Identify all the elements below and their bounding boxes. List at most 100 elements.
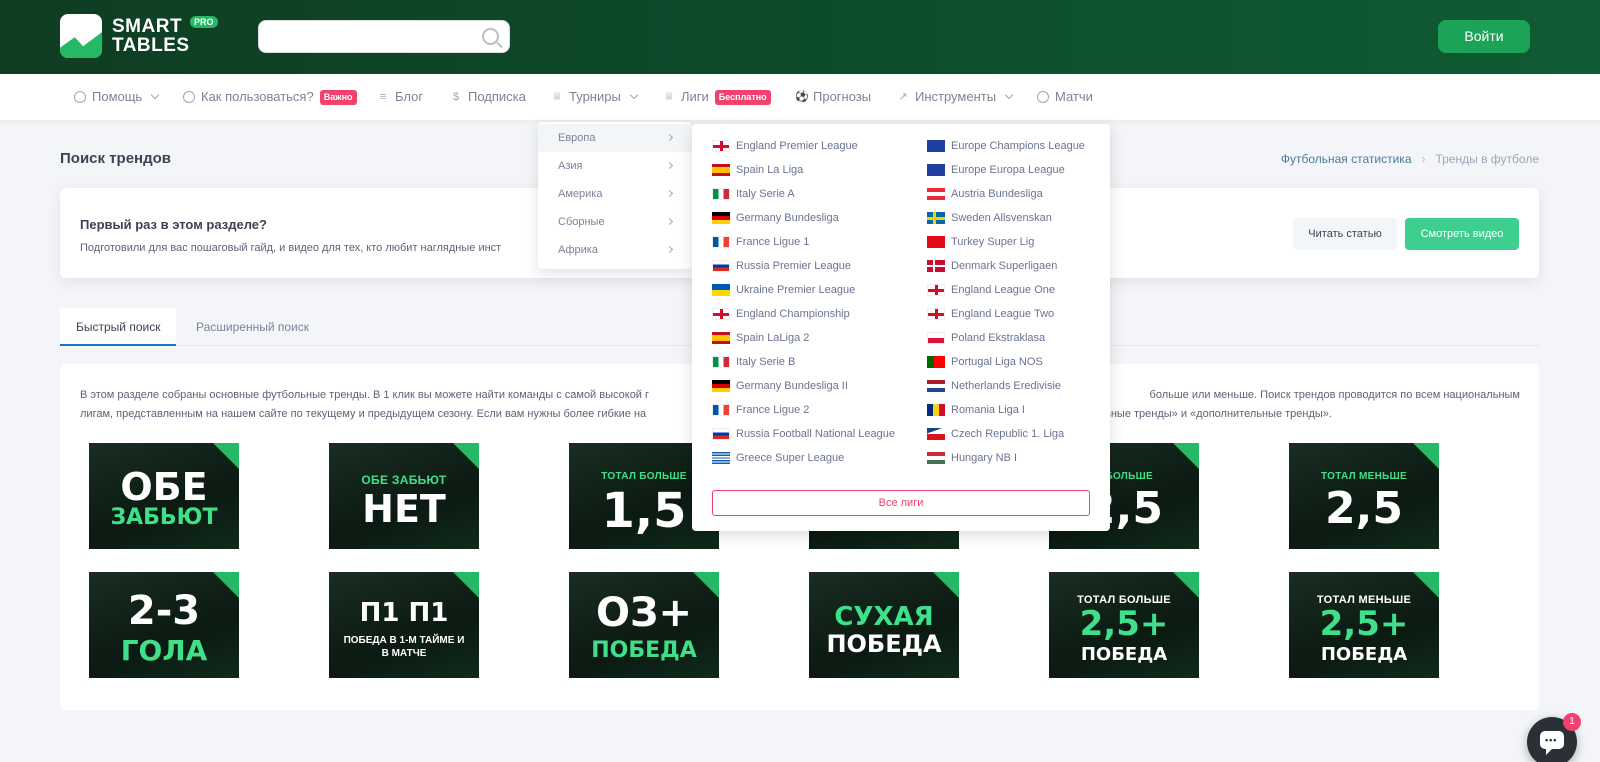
flag-ukraine-icon [712,284,730,296]
nav-label: Прогнозы [813,89,872,104]
nav-tournaments[interactable]: ♕ Турниры [551,74,639,120]
league-item[interactable]: Netherlands Eredivisie [927,378,1061,394]
trend-tile-2-3-goals[interactable]: 2-3 ГОЛА [89,572,239,678]
league-item[interactable]: Czech Republic 1. Liga [927,426,1064,442]
chat-button[interactable]: ••• 1 [1527,713,1581,762]
league-item[interactable]: England Premier League [712,138,858,154]
nav-label: Лиги [681,89,709,104]
league-item[interactable]: Italy Serie A [712,186,795,202]
nav-tools[interactable]: ↗ Инструменты [897,74,1014,120]
flag-czech-icon [927,428,945,440]
chevron-right-icon [665,217,674,226]
flag-eu-icon [927,164,945,176]
league-item[interactable]: England League Two [927,306,1054,322]
tab-quick-search[interactable]: Быстрый поиск [60,308,177,346]
league-item[interactable]: Austria Bundesliga [927,186,1043,202]
watch-video-button[interactable]: Смотреть видео [1405,218,1519,250]
league-item[interactable]: Greece Super League [712,450,844,466]
league-item[interactable]: Russia Premier League [712,258,851,274]
description-line: лигам, представленным на нашем сайте по … [80,408,647,420]
league-name: Romania Liga I [951,404,1025,416]
flag-france-icon [712,236,730,248]
lines-icon: ≡ [379,91,387,103]
nav-subscription[interactable]: $ Подписка [450,74,526,120]
league-name: Italy Serie B [736,356,796,368]
logo[interactable]: SMART TABLES PRO [60,14,218,58]
league-item[interactable]: France Ligue 2 [712,402,809,418]
read-article-button[interactable]: Читать статью [1293,218,1397,250]
region-item-national-teams[interactable]: Сборные [538,208,692,236]
league-item[interactable]: Italy Serie B [712,354,795,370]
dollar-icon: $ [452,91,460,103]
nav-leagues[interactable]: ♕ Лиги Бесплатно [663,74,771,120]
search-input[interactable] [259,21,469,52]
breadcrumb-link[interactable]: Футбольная статистика [1281,152,1412,166]
trend-tile-oz-win[interactable]: ОЗ+ ПОБЕДА [569,572,719,678]
breadcrumb-chevron-icon: › [1421,152,1426,166]
tile-title: ОБЕ [120,465,208,509]
league-item[interactable]: Romania Liga I [927,402,1025,418]
region-item-asia[interactable]: Азия [538,152,692,180]
league-item[interactable]: England Championship [712,306,850,322]
description-line: больше или меньше. Поиск трендов проводи… [1149,389,1520,401]
trend-tile-p1-p1[interactable]: П1 П1 ПОБЕДА В 1-М ТАЙМЕ И В МАТЧЕ [329,572,479,678]
tile-title: 2-3 [127,588,201,634]
tile-label: ОБЕ ЗАБЬЮТ [361,473,447,487]
tile-title: П1 П1 [359,598,449,628]
trend-tile-btts[interactable]: ОБЕ ЗАБЬЮТ [89,443,239,549]
flag-spain-icon [712,164,730,176]
all-leagues-button[interactable]: Все лиги [712,490,1090,516]
tab-advanced-search[interactable]: Расширенный поиск [180,308,325,346]
league-item[interactable]: Germany Bundesliga [712,210,839,226]
region-item-america[interactable]: Америка [538,180,692,208]
league-item[interactable]: Portugal Liga NOS [927,354,1043,370]
league-name: Italy Serie A [736,188,795,200]
league-name: England League One [951,284,1055,296]
nav-how-to-use[interactable]: Как пользоваться? Важно [183,74,357,120]
help-circle-icon [183,91,195,103]
region-item-africa[interactable]: Африка [538,236,692,264]
search-icon[interactable] [482,28,499,45]
tile-subtitle: ПОБЕДА [591,638,697,663]
trend-tile-clean-win[interactable]: СУХАЯ ПОБЕДА [809,572,959,678]
league-item[interactable]: Europe Champions League [927,138,1085,154]
nav-help[interactable]: Помощь [74,74,160,120]
league-item[interactable]: Germany Bundesliga II [712,378,848,394]
flag-italy-icon [712,188,730,200]
leagues-dropdown: Все лиги England Premier League Spain La … [692,124,1110,531]
trend-tile-btts-no[interactable]: ОБЕ ЗАБЬЮТ НЕТ [329,443,479,549]
league-item[interactable]: Turkey Super Lig [927,234,1034,250]
league-name: Hungary NB I [951,452,1018,464]
trend-tile-under-2-5[interactable]: ТОТАЛ МЕНЬШЕ 2,5 [1289,443,1439,549]
league-name: Turkey Super Lig [951,236,1035,248]
flag-austria-icon [927,188,945,200]
region-item-europe[interactable]: Европа [538,124,692,152]
tile-title: СУХАЯ [834,602,934,632]
flag-portugal-icon [927,356,945,368]
search-box[interactable] [258,20,510,53]
league-item[interactable]: Russia Football National League [712,426,895,442]
region-label: Америка [558,188,603,200]
league-item[interactable]: Spain La Liga [712,162,803,178]
league-name: Russia Football National League [736,428,895,440]
chat-icon: ••• [1540,731,1564,755]
league-item[interactable]: Denmark Superligaen [927,258,1057,274]
nav-blog[interactable]: ≡ Блог [377,74,423,120]
league-item[interactable]: France Ligue 1 [712,234,809,250]
league-item[interactable]: Europe Europa League [927,162,1065,178]
flag-germany-icon [712,212,730,224]
league-item[interactable]: Poland Ekstraklasa [927,330,1045,346]
trend-tile-under-2-5-win[interactable]: ТОТАЛ МЕНЬШЕ 2,5+ ПОБЕДА [1289,572,1439,678]
league-item[interactable]: Ukraine Premier League [712,282,855,298]
league-item[interactable]: Sweden Allsvenskan [927,210,1052,226]
trend-tile-over-2-5-win[interactable]: ТОТАЛ БОЛЬШЕ 2,5+ ПОБЕДА [1049,572,1199,678]
nav-matches[interactable]: Матчи [1037,74,1093,120]
login-button[interactable]: Войти [1438,20,1530,53]
league-item[interactable]: Hungary NB I [927,450,1017,466]
nav-forecasts[interactable]: ⚽ Прогнозы [795,74,871,120]
chevron-right-icon [665,189,674,198]
league-item[interactable]: Spain LaLiga 2 [712,330,809,346]
league-name: Europe Champions League [951,140,1085,152]
league-item[interactable]: England League One [927,282,1055,298]
logo-line1: SMART [112,16,183,37]
